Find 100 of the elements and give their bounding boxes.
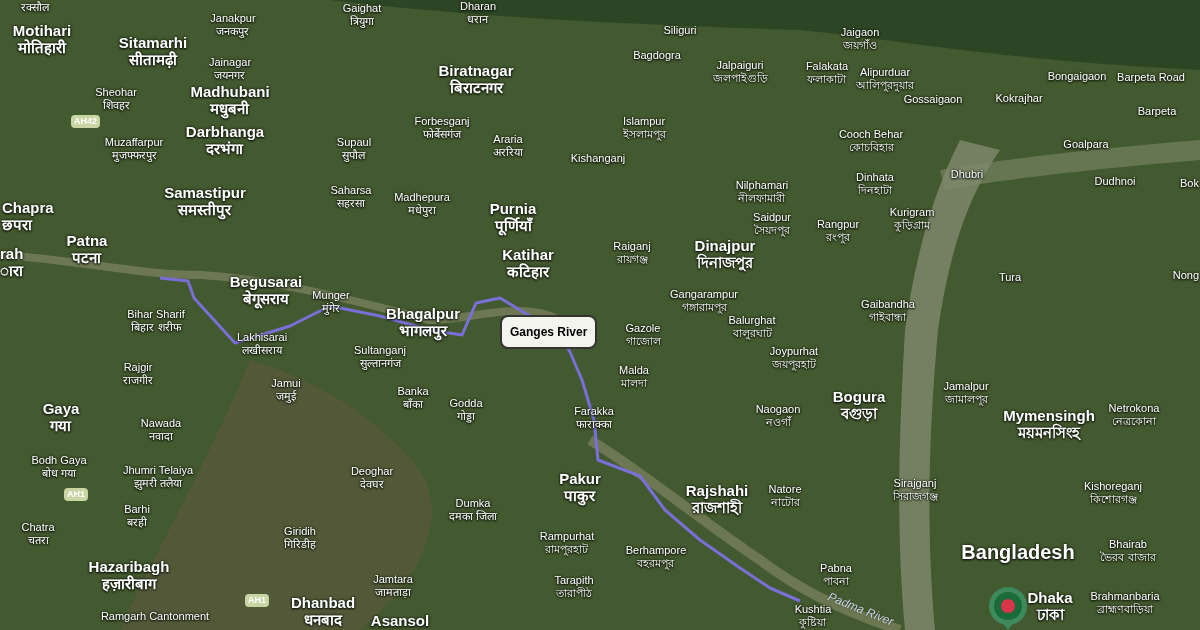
place-name: Jamalpur <box>943 380 989 393</box>
place-name: Dinhata <box>856 171 894 184</box>
highway-shield: AH1 <box>245 594 269 607</box>
place-name: Sheohar <box>95 86 137 99</box>
place-name: Dhaka <box>1027 589 1073 606</box>
local-place-name: বগুড়া <box>841 405 877 422</box>
place-name: Katihar <box>502 246 554 263</box>
place-name: Kishanganj <box>570 152 626 165</box>
local-place-name: धनबाद <box>304 611 342 628</box>
local-place-name: देवघर <box>360 478 384 491</box>
place-name: Gangarampur <box>670 288 738 301</box>
place-name: Jalpaiguri <box>716 59 764 72</box>
place-name: Alipurduar <box>859 66 911 79</box>
local-place-name: बेगूसराय <box>243 290 289 307</box>
place-name: Dharan <box>459 0 497 13</box>
place-name: Jamtara <box>373 573 413 586</box>
local-place-name: बाँका <box>403 398 423 411</box>
place-name: Bodh Gaya <box>31 454 87 467</box>
highway-shield: AH42 <box>71 115 100 128</box>
place-name: Bok <box>1180 177 1199 190</box>
place-name: Sirajganj <box>893 477 937 490</box>
local-place-name: चतरा <box>27 534 49 547</box>
place-name: Gazole <box>625 322 661 335</box>
place-name: Darbhanga <box>185 123 265 140</box>
place-name: Netrokona <box>1108 402 1160 415</box>
local-place-name: রামপুরহাট <box>545 543 589 556</box>
place-name: Malda <box>619 364 649 377</box>
local-place-name: सुल्तानगंज <box>359 357 401 370</box>
place-name: Ramgarh Cantonment <box>100 610 210 623</box>
place-name: Gossaigaon <box>903 93 963 106</box>
local-place-name: জামালপুর <box>944 393 988 406</box>
place-name: Islampur <box>622 115 666 128</box>
place-name: Bongaigaon <box>1047 70 1107 83</box>
place-name: Rajgir <box>123 361 153 374</box>
place-name: rah <box>0 245 24 262</box>
place-name: Dumka <box>455 497 491 510</box>
place-name: Falakata <box>805 60 849 73</box>
place-name: Saidpur <box>753 211 791 224</box>
place-name: Nawada <box>140 417 182 430</box>
place-name: Motihari <box>12 22 72 39</box>
place-name: Asansol <box>370 612 430 629</box>
place-name: Raiganj <box>613 240 651 253</box>
place-name: Nilphamari <box>735 179 789 192</box>
place-name: Cooch Behar <box>838 128 904 141</box>
place-name: Brahmanbaria <box>1090 590 1160 603</box>
local-place-name: ঢাকা <box>1036 606 1064 623</box>
local-place-name: जामताड़ा <box>375 586 411 599</box>
local-place-name: আলিপুরদুয়ার <box>856 79 914 92</box>
place-name: Naogaon <box>755 403 801 416</box>
place-name: Bangladesh <box>961 540 1075 564</box>
local-place-name: নীলফামারী <box>738 192 786 205</box>
place-name: Rajshahi <box>685 482 749 499</box>
place-name: Begusarai <box>229 273 303 290</box>
local-place-name: মালদা <box>621 377 647 390</box>
local-place-name: কোচবিহার <box>848 141 894 154</box>
local-place-name: নেত্রকোনা <box>1112 415 1156 428</box>
place-name: Hazaribagh <box>88 558 170 575</box>
local-place-name: धरान <box>467 13 489 26</box>
local-place-name: পাবনা <box>823 575 849 588</box>
place-name: Jhumri Telaiya <box>122 464 194 477</box>
place-name: Rangpur <box>816 218 860 231</box>
local-place-name: हज़ारीबाग <box>102 575 156 592</box>
place-name: Chatra <box>21 521 55 534</box>
local-place-name: ব্রাহ্মণবাড়িয়া <box>1097 603 1153 616</box>
local-place-name: ফলাকাটা <box>807 73 847 86</box>
local-place-name: ভৈরব বাজার <box>1100 551 1156 564</box>
local-place-name: দিনাজপুর <box>697 254 753 271</box>
place-name: Kishoreganj <box>1083 480 1143 493</box>
local-place-name: জলপাইগুড়ি <box>712 72 768 85</box>
place-name: Dhanbad <box>290 594 356 611</box>
local-place-name: কুড়িগ্রাম <box>894 219 930 232</box>
place-name: Pakur <box>559 470 601 487</box>
local-place-name: फोर्बेसगंज <box>423 128 461 141</box>
place-name: Muzaffarpur <box>104 136 164 149</box>
local-place-name: নওগাঁ <box>765 416 791 429</box>
local-place-name: लखीसराय <box>242 344 282 357</box>
place-name: Sultanganj <box>354 344 406 357</box>
local-place-name: गोड्डा <box>457 410 475 423</box>
local-place-name: गया <box>50 417 72 434</box>
place-name: Rampurhat <box>539 530 595 543</box>
local-place-name: पूर्णियाँ <box>494 217 532 234</box>
place-name: Dinajpur <box>694 237 756 254</box>
local-place-name: গাইবান্ধা <box>869 311 907 324</box>
local-place-name: मधेपुरा <box>408 204 436 217</box>
place-name: Natore <box>768 483 802 496</box>
highway-shield: AH1 <box>64 488 88 501</box>
place-name: Jaigaon <box>840 26 880 39</box>
place-name: Tarapith <box>554 574 594 587</box>
river-callout[interactable]: Ganges River <box>500 315 598 349</box>
local-place-name: দিনহাটা <box>858 184 892 197</box>
local-place-name: गिरिडीह <box>284 538 316 551</box>
place-name: Jainagar <box>208 56 252 69</box>
local-place-name: पाकुर <box>564 487 596 504</box>
local-place-name: मुजफ्फरपुर <box>111 149 157 162</box>
local-place-name: कटिहार <box>507 263 549 280</box>
place-name: Barpeta Road <box>1117 71 1185 84</box>
place-name: Berhampore <box>625 544 687 557</box>
place-name: Barhi <box>124 503 150 516</box>
place-name: Kurigram <box>889 206 935 219</box>
local-place-name: ইসলামপুর <box>622 128 666 141</box>
